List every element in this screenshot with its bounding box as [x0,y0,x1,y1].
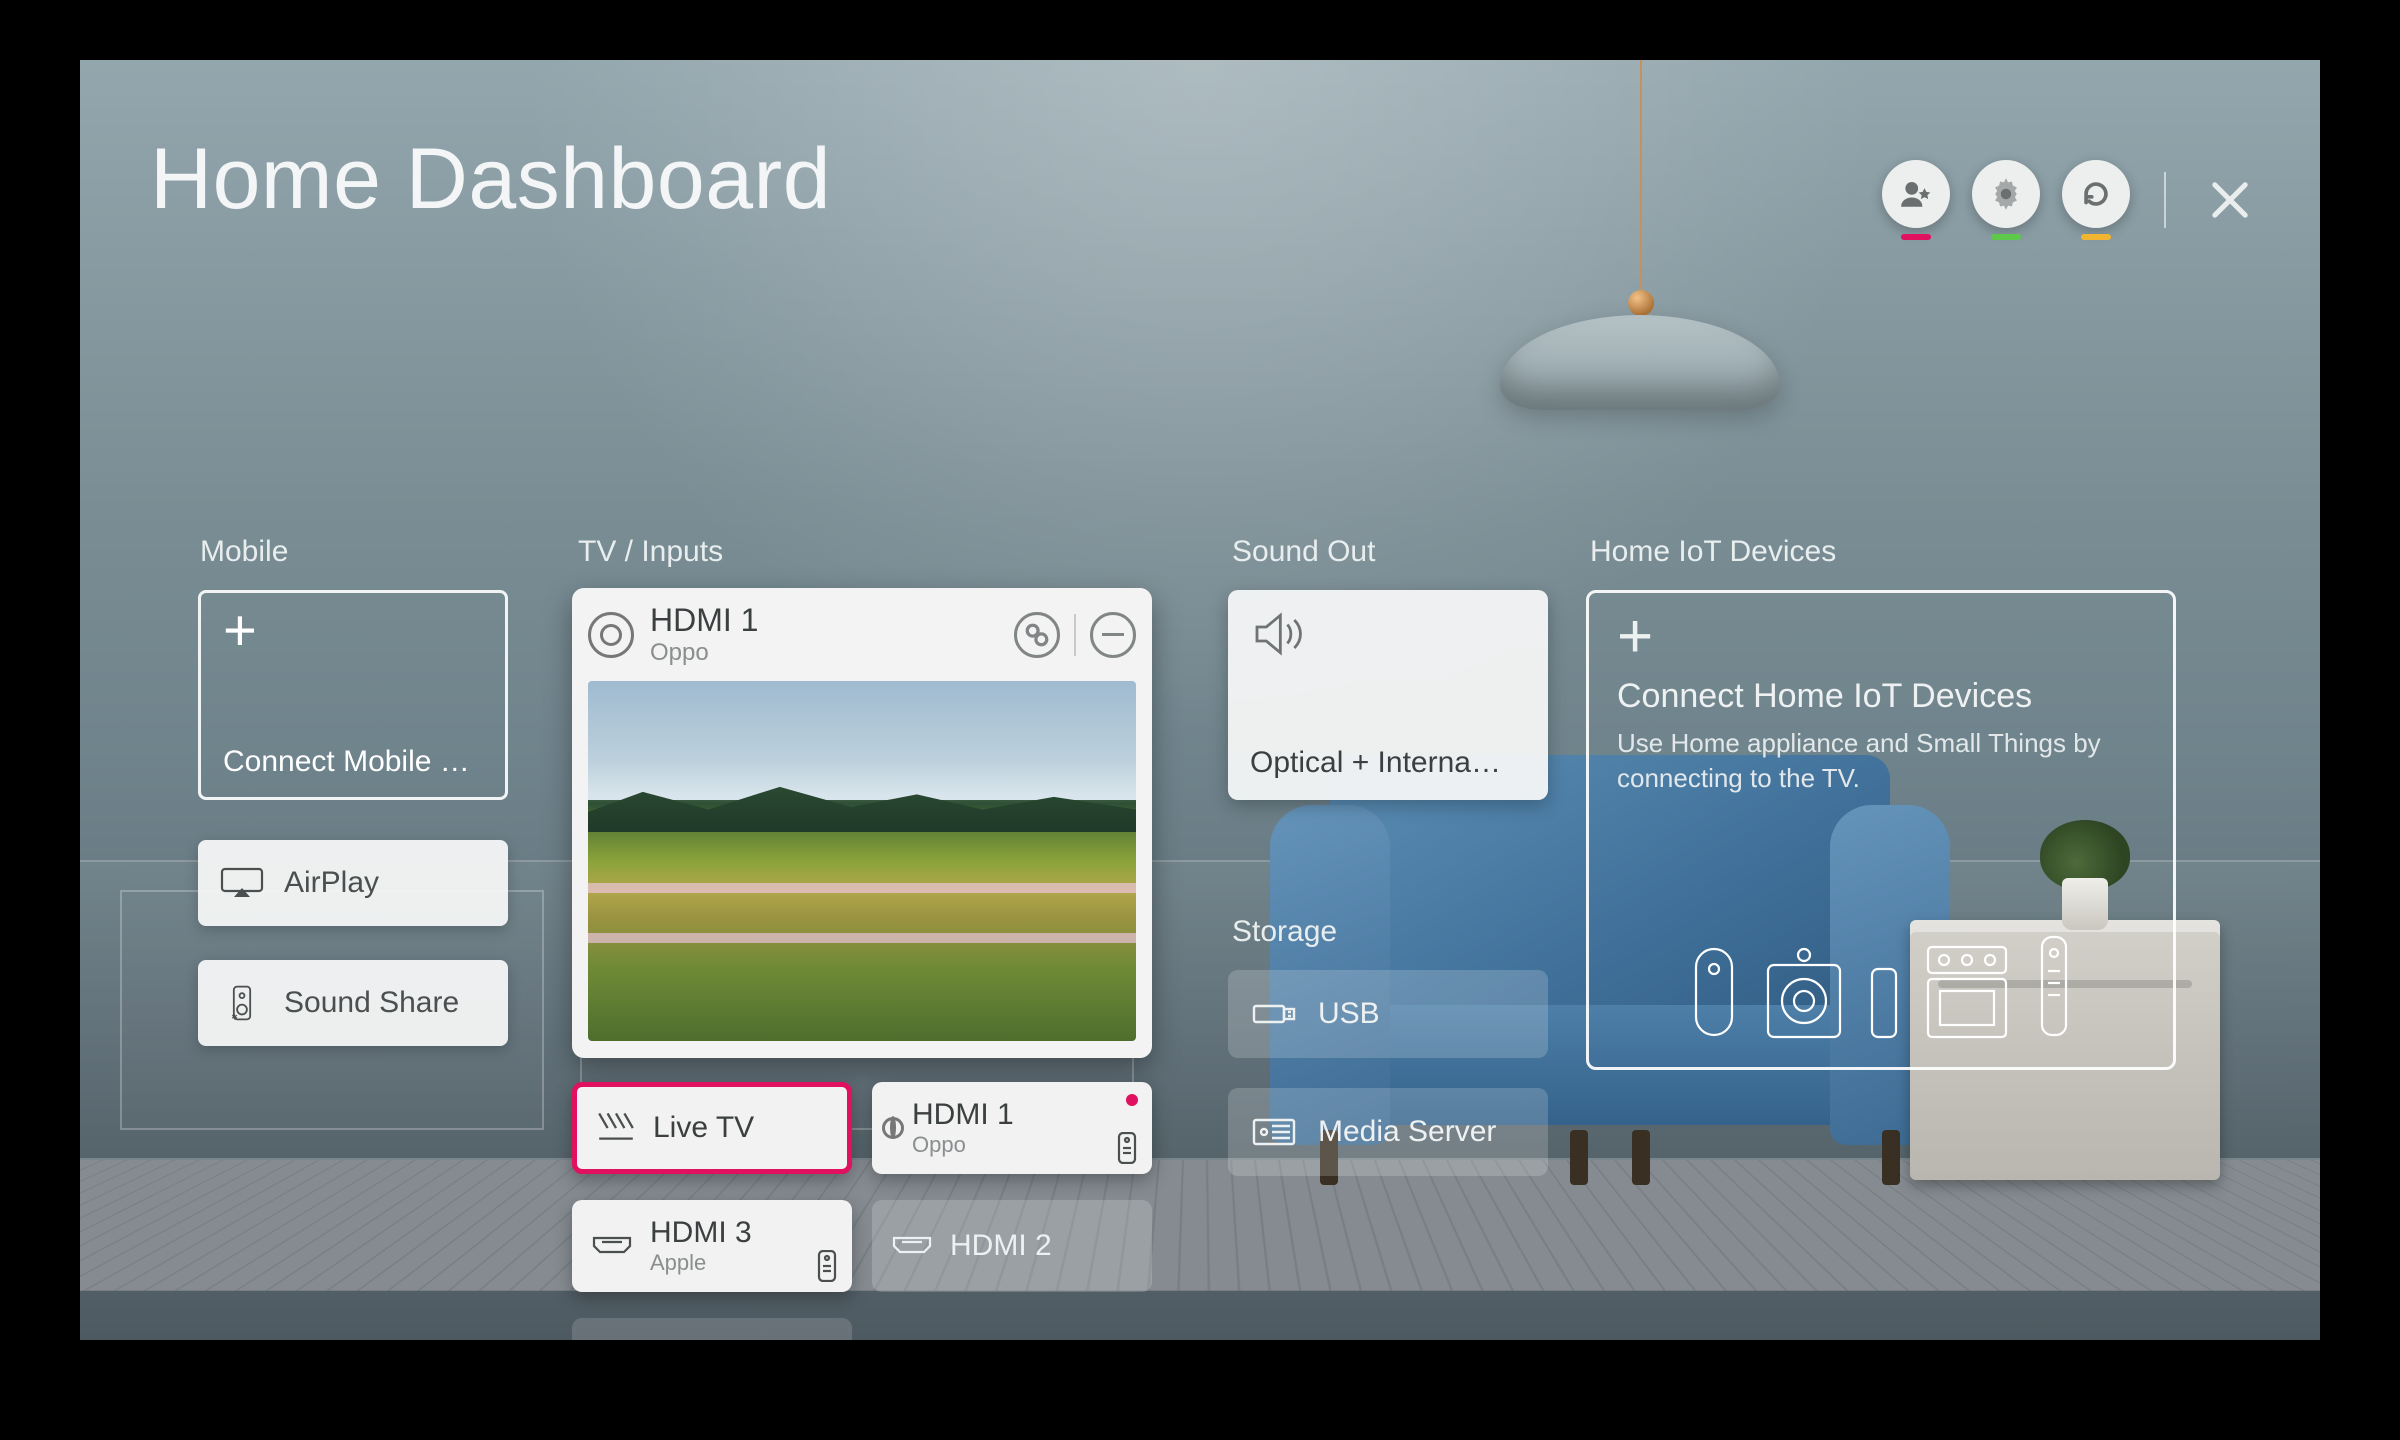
usb-icon [1250,996,1298,1032]
close-button[interactable] [2200,170,2260,230]
input-preview-thumbnail [588,681,1136,1041]
oven-icon [1922,941,2012,1041]
account-button[interactable] [1882,160,1950,228]
input-tile-live-tv[interactable]: Live TV [572,1082,852,1174]
input-tile-hdmi3[interactable]: HDMI 3 Apple [572,1200,852,1292]
input-tile-subtitle: Oppo [912,1132,1014,1158]
storage-media-server-label: Media Server [1318,1115,1496,1149]
header-separator [2164,172,2166,228]
remote-icon [1116,1132,1138,1164]
sound-out-value: Optical + Interna… [1250,746,1526,780]
input-tile-hdmi4[interactable]: HDMI 4 [572,1318,852,1340]
storage-media-server-button[interactable]: Media Server [1228,1088,1548,1176]
input-tile-subtitle: Apple [650,1250,752,1276]
section-label-tv-inputs: TV / Inputs [578,535,723,569]
current-input-card[interactable]: HDMI 1 Oppo [572,588,1152,1058]
current-input-subtitle: Oppo [650,639,1014,667]
sync-icon [1024,622,1050,648]
hdmi-icon [890,1232,934,1261]
active-indicator-dot [1126,1094,1138,1106]
airplay-icon [220,865,264,901]
section-label-mobile: Mobile [200,535,288,569]
input-tile-hdmi2[interactable]: HDMI 2 [872,1200,1152,1292]
disc-icon [588,612,634,658]
home-dashboard-screen: Home Dashboard [80,60,2320,1340]
svg-text:✱: ✱ [231,1012,237,1021]
refresh-button[interactable] [2062,160,2130,228]
media-server-icon [1250,1114,1298,1150]
sound-out-card[interactable]: Optical + Interna… [1228,590,1548,800]
storage-usb-button[interactable]: USB [1228,970,1548,1058]
remove-input-button[interactable] [1090,612,1136,658]
airplay-button[interactable]: AirPlay [198,840,508,926]
refresh-icon [2079,177,2113,211]
input-tile-title: HDMI 1 [912,1098,1014,1132]
sound-share-button[interactable]: ✱ Sound Share [198,960,508,1046]
plus-icon: + [1617,617,2145,657]
input-tile-title: HDMI 2 [950,1229,1052,1263]
input-tile-title: Live TV [653,1111,754,1145]
sound-share-icon: ✱ [220,985,264,1021]
disc-icon [890,1119,896,1137]
connect-iot-card[interactable]: + Connect Home IoT Devices Use Home appl… [1586,590,2176,1070]
speaker-icon [1250,610,1306,658]
section-label-storage: Storage [1232,915,1337,949]
settings-status-underline [1991,234,2021,240]
iot-card-title: Connect Home IoT Devices [1617,677,2145,716]
connect-mobile-label: Connect Mobile … [223,745,483,779]
page-title: Home Dashboard [150,130,831,229]
connect-mobile-card[interactable]: + Connect Mobile … [198,590,508,800]
speaker-device-icon [1688,943,1740,1041]
user-star-icon [1899,177,1933,211]
sound-share-label: Sound Share [284,986,459,1020]
section-label-sound-out: Sound Out [1232,535,1375,569]
current-input-title: HDMI 1 [650,602,1014,639]
action-separator [1074,614,1076,656]
input-tile-title: HDMI 3 [650,1216,752,1250]
iot-card-description: Use Home appliance and Small Things by c… [1617,726,2145,796]
settings-button[interactable] [1972,160,2040,228]
remote-icon [816,1250,838,1282]
header-actions [1882,160,2260,240]
airplay-label: AirPlay [284,866,379,900]
section-label-iot: Home IoT Devices [1590,535,1836,569]
iot-appliance-icons [1589,931,2173,1041]
refresh-status-underline [2081,234,2111,240]
input-tile-hdmi1[interactable]: HDMI 1 Oppo [872,1082,1152,1174]
settings-icon [1989,177,2023,211]
antenna-icon [595,1109,637,1148]
plus-icon: + [223,611,483,651]
remote-device-icon [2034,931,2074,1041]
washer-icon [1762,945,1846,1041]
phone-icon [1868,965,1900,1041]
storage-usb-label: USB [1318,997,1380,1031]
account-status-underline [1901,234,1931,240]
lamp-cap [1628,290,1654,316]
hdmi-icon [590,1232,634,1261]
lamp-shade [1500,315,1780,410]
sync-devices-button[interactable] [1014,612,1060,658]
